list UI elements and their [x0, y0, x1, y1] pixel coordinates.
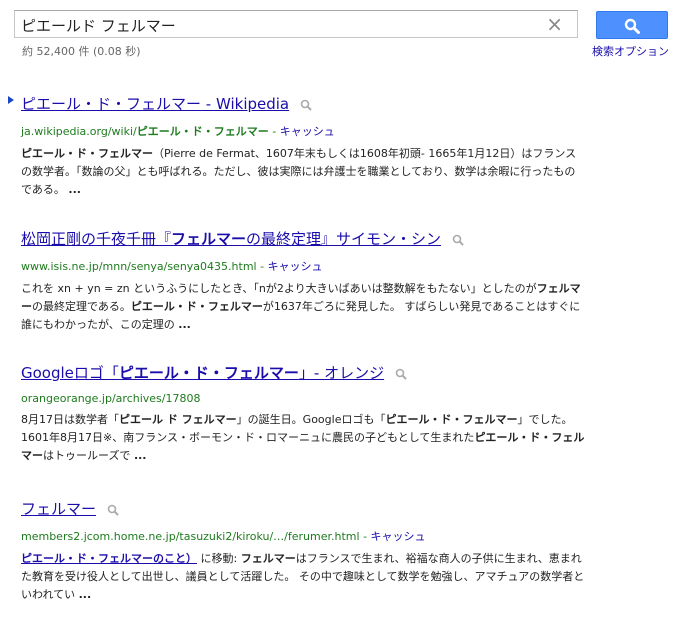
search-options-link[interactable]: 検索オプション: [592, 43, 669, 59]
search-input[interactable]: ピエールド フェルマー ×: [14, 10, 578, 38]
result-snippet: ピエール・ド・フェルマーのこと） に移動: フェルマーはフランスで生まれ、裕福な…: [21, 550, 586, 604]
magnifier-icon[interactable]: [300, 99, 312, 111]
search-icon: [624, 18, 640, 34]
highlighted-text: ピエール・ド・フェルマー: [118, 364, 299, 382]
result-url-text: ja.wikipedia.org/wiki/: [21, 125, 137, 138]
result-url: orangeorange.jp/archives/17808: [21, 392, 591, 405]
highlighted-text: ...: [68, 183, 81, 196]
result-title-suffix: - Wikipedia: [201, 95, 290, 113]
result-title-link[interactable]: 松岡正剛の千夜千冊『フェルマーの最終定理』サイモン・シン: [21, 230, 441, 248]
magnifier-icon[interactable]: [452, 234, 464, 246]
highlighted-text: ピエール・ド・フェルマー: [130, 300, 263, 313]
result-url: ja.wikipedia.org/wiki/ピエール・ド・フェルマー - キャッ…: [21, 125, 335, 138]
highlighted-text: ピエール・ド・フェルマー: [21, 147, 153, 160]
highlighted-text: ピエール・ド・フェルマー: [385, 413, 518, 426]
search-result: 松岡正剛の千夜千冊『フェルマーの最終定理』サイモン・シン www.isis.ne…: [21, 228, 591, 334]
result-url-text: members2.jcom.home.ne.jp/tasuzuki2/kirok…: [21, 530, 360, 543]
result-url-text: www.isis.ne.jp/mnn/senya/senya0435.html: [21, 260, 257, 273]
search-result: ピエール・ド・フェルマー - Wikipedia ja.wikipedia.or…: [21, 93, 591, 199]
text-fragment: 8月17日は数学者「: [21, 413, 119, 426]
highlighted-text: ...: [78, 588, 92, 601]
highlighted-text: フェルマー: [240, 552, 296, 565]
result-title-link[interactable]: ピエール・ド・フェルマー - Wikipedia: [21, 95, 289, 113]
cache-link[interactable]: キャッシュ: [280, 125, 335, 138]
text-fragment: 松岡正剛の千夜千冊『: [21, 230, 172, 248]
highlighted-text: ...: [178, 318, 191, 331]
result-url-bold: ピエール・ド・フェルマー: [136, 125, 269, 138]
highlighted-text: ...: [133, 449, 147, 462]
arrow-icon: [8, 96, 14, 104]
search-result: Googleロゴ「ピエール・ド・フェルマー」- オレンジ orangeorang…: [21, 362, 591, 465]
result-snippet: 8月17日は数学者「ピエール ド フェルマー」の誕生日。Googleロゴも「ピエ…: [21, 411, 586, 465]
result-title-link[interactable]: フェルマー: [21, 500, 96, 518]
text-fragment: 」- オレンジ: [298, 364, 385, 382]
jump-link[interactable]: ピエール・ド・フェルマーのこと）: [21, 552, 197, 565]
text-fragment: の最終定理』サイモン・シン: [246, 230, 442, 248]
result-stats: 約 52,400 件 (0.08 秒): [22, 45, 141, 58]
cache-link[interactable]: キャッシュ: [268, 260, 323, 273]
text-fragment: これを xn + yn = zn というふうにしたとき、「nが2より大きいばあい…: [21, 282, 537, 295]
cache-link[interactable]: キャッシュ: [371, 530, 426, 543]
highlighted-text: ピエール ド フェルマー: [119, 413, 237, 426]
result-url-text: orangeorange.jp/archives/17808: [21, 392, 201, 405]
result-title-link[interactable]: Googleロゴ「ピエール・ド・フェルマー」- オレンジ: [21, 364, 384, 382]
text-fragment: に移動:: [197, 552, 241, 565]
clear-icon[interactable]: ×: [546, 13, 563, 35]
text-fragment: の最終定理である。: [32, 300, 131, 313]
text-fragment: はトゥールーズで: [43, 449, 134, 462]
search-result: フェルマー members2.jcom.home.ne.jp/tasuzuki2…: [21, 498, 591, 604]
text-fragment: Googleロゴ「: [21, 364, 119, 382]
search-query-text[interactable]: ピエールド フェルマー: [21, 15, 176, 36]
search-button[interactable]: [596, 11, 668, 39]
magnifier-icon[interactable]: [395, 368, 407, 380]
result-snippet: ピエール・ド・フェルマー（Pierre de Fermat、1607年末もしくは…: [21, 145, 586, 199]
magnifier-icon[interactable]: [107, 504, 119, 516]
highlighted-text: フェルマー: [171, 230, 247, 248]
result-title-text: ピエール・ド・フェルマー: [21, 95, 202, 113]
result-url: www.isis.ne.jp/mnn/senya/senya0435.html …: [21, 260, 323, 273]
result-snippet: これを xn + yn = zn というふうにしたとき、「nが2より大きいばあい…: [21, 280, 586, 334]
result-url: members2.jcom.home.ne.jp/tasuzuki2/kirok…: [21, 530, 426, 543]
text-fragment: 」の誕生日。Googleロゴも「: [236, 413, 386, 426]
